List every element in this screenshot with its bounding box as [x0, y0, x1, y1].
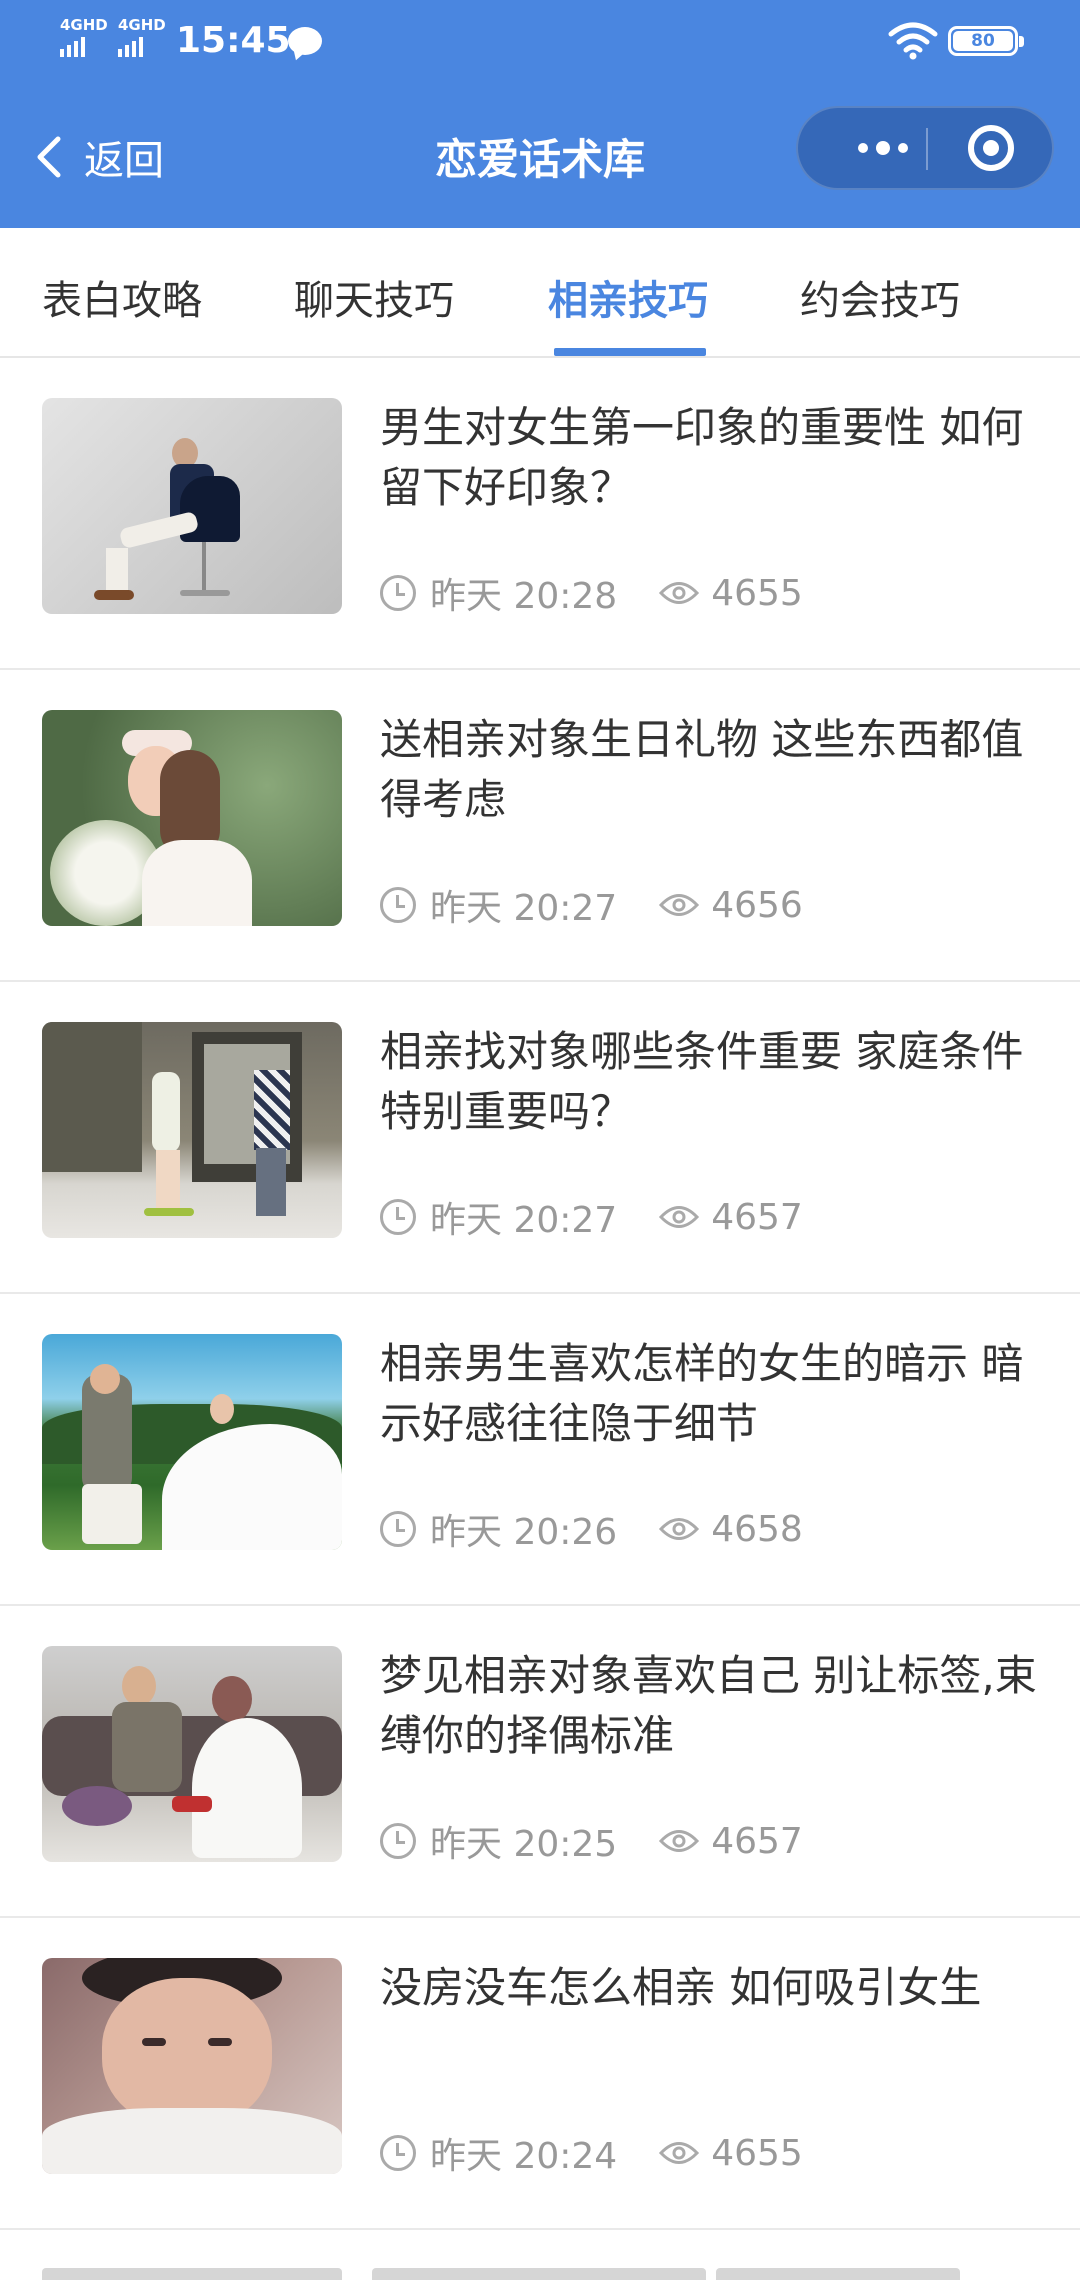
article-item[interactable]: 没房没车怎么相亲 如何吸引女生 昨天 20:24 4655 [0, 1918, 1080, 2230]
article-item[interactable]: 相亲男生喜欢怎样的女生的暗示 暗示好感往往隐于细节 昨天 20:26 4658 [0, 1294, 1080, 1606]
tab-dating[interactable]: 约会技巧 [800, 268, 960, 326]
mini-program-capsule [796, 106, 1054, 190]
status-bar: 4GHD 4GHD 15:45 80 [0, 0, 1080, 84]
article-list: 男生对女生第一印象的重要性 如何留下好印象？ 昨天 20:28 4655 送相亲… [0, 358, 1080, 2230]
article-thumbnail [42, 398, 342, 614]
next-item-peek [0, 2268, 1080, 2280]
clock-icon [380, 887, 416, 923]
battery-icon: 80 [948, 26, 1024, 56]
more-menu-button[interactable] [834, 108, 932, 188]
article-thumbnail [42, 1334, 342, 1550]
article-views: 4655 [711, 572, 803, 614]
eye-icon [659, 1206, 700, 1228]
eye-icon [659, 1518, 700, 1540]
more-dot-icon [858, 143, 868, 153]
clock-icon [380, 1511, 416, 1547]
message-icon [288, 27, 322, 55]
article-thumbnail [42, 1958, 342, 2174]
close-program-button[interactable] [968, 125, 1014, 171]
article-meta: 昨天 20:26 4658 [380, 1504, 803, 1554]
article-thumbnail [42, 710, 342, 926]
more-dot-icon [898, 143, 908, 153]
signal-icon-2: 4GHD [118, 18, 166, 57]
capsule-divider [926, 128, 928, 170]
eye-icon [659, 1830, 700, 1852]
article-views: 4658 [711, 1508, 803, 1550]
article-meta: 昨天 20:27 4657 [380, 1192, 803, 1242]
eye-icon [659, 582, 700, 604]
article-title: 送相亲对象生日礼物 这些东西都值得考虑 [380, 715, 1024, 824]
next-thumbnail-edge [42, 2268, 342, 2280]
article-item[interactable]: 送相亲对象生日礼物 这些东西都值得考虑 昨天 20:27 4656 [0, 670, 1080, 982]
article-thumbnail [42, 1022, 342, 1238]
app-header: 4GHD 4GHD 15:45 80 返回 恋爱话术库 [0, 0, 1080, 228]
clock-icon [380, 575, 416, 611]
article-meta: 昨天 20:24 4655 [380, 2128, 803, 2178]
article-meta: 昨天 20:28 4655 [380, 568, 803, 618]
next-thumbnail-edge [372, 2268, 706, 2280]
eye-icon [659, 2142, 700, 2164]
tab-confession[interactable]: 表白攻略 [42, 268, 202, 326]
article-time: 昨天 20:27 [430, 888, 618, 929]
article-views: 4657 [711, 1820, 803, 1862]
more-dot-icon [876, 141, 890, 155]
active-tab-indicator [554, 348, 706, 356]
article-thumbnail [42, 1646, 342, 1862]
article-title: 相亲男生喜欢怎样的女生的暗示 暗示好感往往隐于细节 [380, 1339, 1024, 1448]
battery-level: 80 [953, 31, 1013, 51]
article-title: 男生对女生第一印象的重要性 如何留下好印象？ [380, 403, 1024, 512]
article-title: 梦见相亲对象喜欢自己 别让标签,束缚你的择偶标准 [380, 1651, 1037, 1760]
signal-icon-1: 4GHD [60, 18, 108, 57]
clock-icon [380, 2135, 416, 2171]
network-type-1: 4GHD [60, 16, 108, 34]
tab-chat[interactable]: 聊天技巧 [294, 268, 454, 326]
next-thumbnail-edge [716, 2268, 960, 2280]
article-title: 相亲找对象哪些条件重要 家庭条件特别重要吗？ [380, 1027, 1024, 1136]
eye-icon [659, 894, 700, 916]
article-time: 昨天 20:25 [430, 1824, 618, 1865]
article-time: 昨天 20:28 [430, 576, 618, 617]
network-type-2: 4GHD [118, 16, 166, 34]
tab-blind-date[interactable]: 相亲技巧 [548, 268, 708, 326]
clock-icon [380, 1823, 416, 1859]
article-views: 4655 [711, 2132, 803, 2174]
status-time: 15:45 [176, 20, 291, 61]
article-time: 昨天 20:24 [430, 2136, 618, 2177]
article-time: 昨天 20:27 [430, 1200, 618, 1241]
article-meta: 昨天 20:25 4657 [380, 1816, 803, 1866]
article-views: 4657 [711, 1196, 803, 1238]
article-item[interactable]: 相亲找对象哪些条件重要 家庭条件特别重要吗？ 昨天 20:27 4657 [0, 982, 1080, 1294]
wifi-icon [888, 22, 938, 60]
article-meta: 昨天 20:27 4656 [380, 880, 803, 930]
clock-icon [380, 1199, 416, 1235]
article-time: 昨天 20:26 [430, 1512, 618, 1553]
article-title: 没房没车怎么相亲 如何吸引女生 [380, 1963, 982, 2012]
article-item[interactable]: 梦见相亲对象喜欢自己 别让标签,束缚你的择偶标准 昨天 20:25 4657 [0, 1606, 1080, 1918]
article-views: 4656 [711, 884, 803, 926]
article-item[interactable]: 男生对女生第一印象的重要性 如何留下好印象？ 昨天 20:28 4655 [0, 358, 1080, 670]
category-tabs: 表白攻略 聊天技巧 相亲技巧 约会技巧 [0, 228, 1080, 358]
